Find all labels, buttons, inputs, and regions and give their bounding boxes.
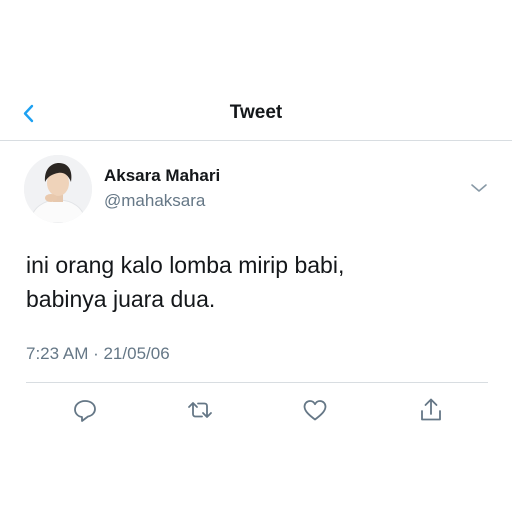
tweet-text-line: babinya juara dua. [26,286,216,312]
header-divider [0,140,512,141]
avatar[interactable] [24,155,92,223]
retweet-button[interactable] [185,396,215,424]
page-title: Tweet [229,102,283,123]
like-icon [303,400,327,421]
share-button[interactable] [416,396,446,424]
tweet-text: ini orang kalo lomba mirip babi, babinya… [26,248,486,316]
nav-bar: Tweet [0,90,512,140]
more-options-button[interactable] [466,176,492,200]
like-button[interactable] [300,396,330,424]
actions-divider [26,382,488,383]
tweet-timestamp[interactable]: 7:23 AM · 21/05/06 [26,344,170,364]
retweet-icon [188,402,212,418]
chevron-down-icon [471,184,487,192]
avatar-image [24,155,92,223]
share-icon [421,398,441,421]
reply-icon [74,400,96,422]
author-display-name[interactable]: Aksara Mahari [104,166,220,186]
author-handle[interactable]: @mahaksara [104,191,205,211]
tweet-text-line: ini orang kalo lomba mirip babi, [26,252,345,278]
reply-button[interactable] [70,396,100,424]
